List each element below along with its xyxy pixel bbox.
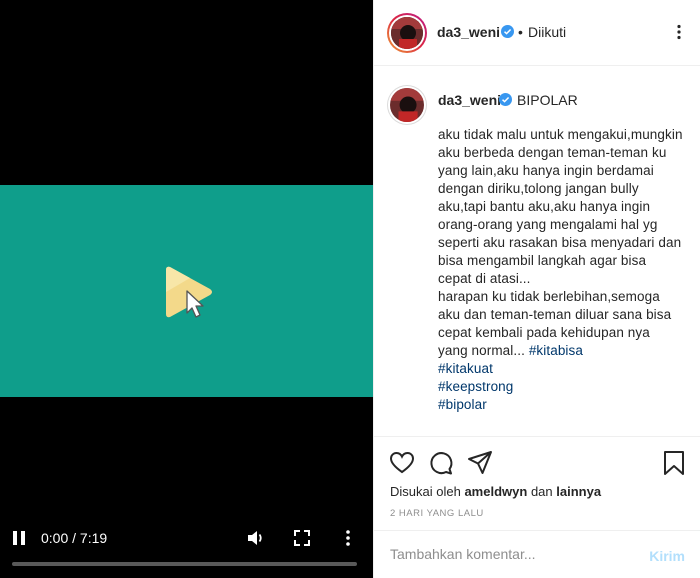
caption-area: da3_weni BIPOLAR aku tidak malu untuk me… xyxy=(374,67,700,437)
more-vertical-icon[interactable] xyxy=(344,530,352,546)
play-logo-icon xyxy=(166,266,212,318)
caption-avatar[interactable] xyxy=(390,88,424,122)
header-username[interactable]: da3_weni xyxy=(437,24,500,40)
caption-verified-badge-icon xyxy=(499,93,512,106)
caption-body-2: harapan ku tidak berlebihan,semoga aku d… xyxy=(438,289,672,358)
video-player[interactable]: 0:00 / 7:19 xyxy=(0,0,373,578)
video-time: 0:00 / 7:19 xyxy=(41,530,108,546)
post-date[interactable]: 2 HARI YANG LALU xyxy=(390,508,484,519)
post-comment-button[interactable]: Kirim xyxy=(649,548,685,564)
post-header: da3_weni • Diikuti xyxy=(374,0,700,66)
likes-text: Disukai oleh ameldwyn dan lainnya xyxy=(390,484,602,499)
comment-bar: Kirim xyxy=(374,530,700,578)
heart-icon[interactable] xyxy=(389,450,415,476)
avatar[interactable] xyxy=(391,17,423,49)
comment-icon[interactable] xyxy=(428,450,454,476)
liked-by-user[interactable]: ameldwyn xyxy=(464,484,527,499)
follow-button[interactable]: Diikuti xyxy=(528,24,566,40)
avatar-image xyxy=(391,17,423,49)
caption-avatar-image xyxy=(390,88,424,122)
hashtag-keepstrong[interactable]: #keepstrong xyxy=(438,378,683,396)
liked-by-others[interactable]: lainnya xyxy=(556,484,601,499)
share-icon[interactable] xyxy=(467,450,493,476)
hashtag-kitabisa[interactable]: #kitabisa xyxy=(529,343,583,358)
comment-input[interactable] xyxy=(390,546,630,562)
hashtag-kitakuat[interactable]: #kitakuat xyxy=(438,360,683,378)
hashtag-bipolar[interactable]: #bipolar xyxy=(438,396,683,414)
post-sidebar: da3_weni • Diikuti da3_weni BIPOLAR aku … xyxy=(373,0,700,578)
separator-dot: • xyxy=(518,24,523,40)
post-actions: Disukai oleh ameldwyn dan lainnya 2 HARI… xyxy=(374,438,700,538)
video-progress-bar[interactable] xyxy=(12,562,357,566)
bookmark-icon[interactable] xyxy=(661,450,687,476)
fullscreen-icon[interactable] xyxy=(294,530,310,546)
more-options-icon[interactable] xyxy=(671,24,687,40)
caption-body: aku tidak malu untuk mengakui,mungkin ak… xyxy=(438,127,683,286)
caption-text: aku tidak malu untuk mengakui,mungkin ak… xyxy=(438,126,683,414)
verified-badge-icon xyxy=(501,25,514,38)
caption-username[interactable]: da3_weni xyxy=(438,92,501,108)
pause-icon[interactable] xyxy=(12,530,26,546)
volume-icon[interactable] xyxy=(246,529,266,547)
caption-first-line: BIPOLAR xyxy=(517,92,578,108)
